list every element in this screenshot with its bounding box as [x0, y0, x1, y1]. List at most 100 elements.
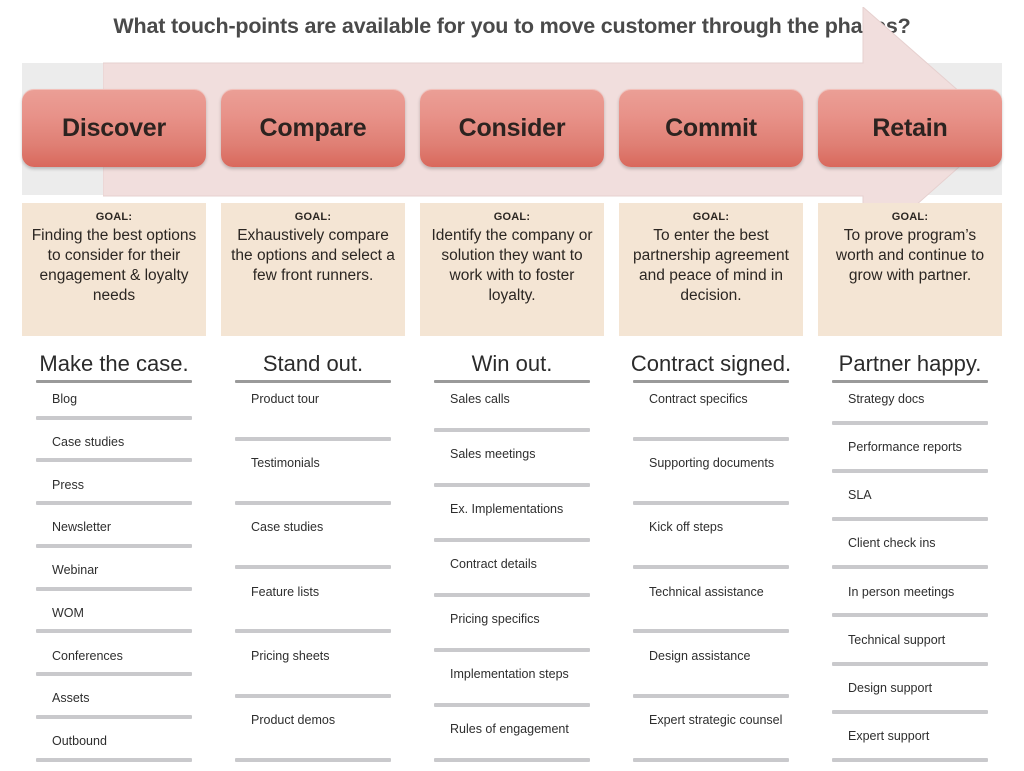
touchpoint-item-divider	[36, 543, 192, 548]
touchpoint-item[interactable]: Ex. Implementations	[420, 493, 604, 548]
touchpoint-item-label: WOM	[52, 605, 84, 620]
goal-label: GOAL:	[891, 211, 929, 223]
phase-button-commit[interactable]: Commit	[619, 89, 803, 167]
touchpoint-item-divider	[633, 757, 789, 762]
touchpoint-item[interactable]: Webinar	[22, 554, 206, 597]
goal-label: GOAL:	[294, 211, 332, 223]
touchpoint-item-divider	[36, 458, 192, 463]
touchpoint-item[interactable]: Product demos	[221, 704, 405, 768]
touchpoint-item[interactable]: WOM	[22, 597, 206, 640]
touchpoint-item-label: Pricing sheets	[251, 648, 330, 663]
column-heading: Win out.	[471, 352, 553, 376]
goal-label: GOAL:	[493, 211, 531, 223]
touchpoint-item[interactable]: Newsletter	[22, 511, 206, 554]
touchpoint-item[interactable]: Strategy docs	[818, 383, 1002, 431]
touchpoint-item[interactable]: Expert support	[818, 720, 1002, 768]
goal-text: Finding the best options to consider for…	[31, 227, 197, 305]
touchpoint-item[interactable]: Technical assistance	[619, 576, 803, 640]
touchpoint-item[interactable]: Performance reports	[818, 431, 1002, 479]
touchpoint-list: Sales calls Sales meetings Ex. Implementat…	[420, 383, 604, 768]
touchpoint-item-label: Ex. Implementations	[450, 502, 564, 517]
touchpoint-item[interactable]: Design support	[818, 672, 1002, 720]
column-heading: Make the case.	[39, 352, 189, 376]
touchpoint-item-divider	[832, 565, 988, 570]
touchpoint-item-divider	[832, 613, 988, 618]
touchpoint-item-divider	[235, 437, 391, 441]
touchpoint-item-label: In person meetings	[848, 584, 955, 599]
touchpoint-item[interactable]: Sales calls	[420, 383, 604, 438]
touchpoint-item[interactable]: Pricing sheets	[221, 640, 405, 704]
touchpoint-item[interactable]: Sales meetings	[420, 438, 604, 493]
touchpoint-item-divider	[36, 586, 192, 591]
touchpoint-item[interactable]: Outbound	[22, 725, 206, 768]
touchpoint-item-divider	[235, 565, 391, 570]
touchpoint-item-divider	[235, 629, 391, 634]
touchpoint-item[interactable]: SLA	[818, 479, 1002, 527]
touchpoint-item[interactable]: Press	[22, 469, 206, 512]
touchpoint-item-label: Sales meetings	[450, 447, 536, 462]
touchpoint-item[interactable]: Kick off steps	[619, 511, 803, 575]
touchpoint-item[interactable]: Blog	[22, 383, 206, 426]
touchpoint-item[interactable]: Assets	[22, 682, 206, 725]
touchpoint-item[interactable]: Contract specifics	[619, 383, 803, 447]
touchpoint-item[interactable]: Pricing specifics	[420, 603, 604, 658]
phase-button-label: Commit	[665, 113, 757, 142]
touchpoint-item[interactable]: In person meetings	[818, 576, 1002, 624]
touchpoint-item-divider	[434, 592, 590, 597]
touchpoint-item[interactable]: Client check ins	[818, 527, 1002, 575]
phase-button-discover[interactable]: Discover	[22, 89, 206, 167]
touchpoint-item[interactable]: Conferences	[22, 640, 206, 683]
touchpoint-item-divider	[36, 672, 192, 677]
touchpoint-item[interactable]: Case studies	[22, 426, 206, 469]
goal-label: GOAL:	[95, 211, 133, 223]
touchpoint-item-divider	[633, 501, 789, 506]
phase-button-compare[interactable]: Compare	[221, 89, 405, 167]
touchpoint-item[interactable]: Implementation steps	[420, 658, 604, 713]
touchpoint-item-label: Contract specifics	[649, 392, 748, 407]
touchpoint-item-divider	[434, 427, 590, 432]
touchpoint-item-divider	[832, 709, 988, 714]
touchpoint-item-label: Strategy docs	[848, 392, 925, 407]
touchpoint-item-label: Design assistance	[649, 648, 751, 663]
touchpoint-item[interactable]: Product tour	[221, 383, 405, 447]
phase-button-label: Consider	[458, 113, 566, 142]
touchpoint-item[interactable]: Design assistance	[619, 640, 803, 704]
touchpoint-item-divider	[235, 501, 391, 506]
touchpoint-columns: Make the case. Blog Case studies Press News…	[22, 352, 1002, 771]
touchpoint-item[interactable]: Contract details	[420, 548, 604, 603]
touchpoint-item-label: Supporting documents	[649, 456, 775, 471]
touchpoint-item-label: Assets	[52, 691, 90, 706]
goal-box-commit: GOAL: To enter the best partnership agre…	[619, 203, 803, 336]
touchpoint-item-label: Sales calls	[450, 392, 510, 407]
touchpoint-item-label: Case studies	[251, 520, 324, 535]
goal-box-compare: GOAL: Exhaustively compare the options a…	[221, 203, 405, 336]
touchpoint-item-label: Expert strategic counsel	[649, 712, 783, 727]
phase-button-consider[interactable]: Consider	[420, 89, 604, 167]
touchpoint-item-label: Feature lists	[251, 584, 320, 599]
touchpoint-column-discover: Make the case. Blog Case studies Press News…	[22, 352, 206, 771]
touchpoint-item-label: Performance reports	[848, 440, 962, 455]
touchpoint-item-divider	[633, 565, 789, 570]
goal-box-consider: GOAL: Identify the company or solution t…	[420, 203, 604, 336]
touchpoint-item[interactable]: Technical support	[818, 624, 1002, 672]
touchpoint-item[interactable]: Rules of engagement	[420, 713, 604, 768]
touchpoint-item-label: Kick off steps	[649, 520, 724, 535]
touchpoint-column-compare: Stand out. Product tour Testimonials Case …	[221, 352, 405, 771]
touchpoint-item-divider	[832, 517, 988, 522]
goal-text: To prove program’s worth and continue to…	[835, 227, 985, 285]
touchpoint-item[interactable]: Feature lists	[221, 576, 405, 640]
touchpoint-item-divider	[36, 501, 192, 506]
touchpoint-item[interactable]: Supporting documents	[619, 447, 803, 511]
goal-text: Identify the company or solution they wa…	[431, 227, 593, 305]
touchpoint-list: Contract specifics Supporting documents Ki…	[619, 383, 803, 768]
touchpoint-column-retain: Partner happy. Strategy docs Performance …	[818, 352, 1002, 771]
touchpoint-item[interactable]: Case studies	[221, 511, 405, 575]
phase-button-retain[interactable]: Retain	[818, 89, 1002, 167]
touchpoint-item-divider	[832, 469, 988, 474]
touchpoint-item-label: Webinar	[52, 563, 99, 578]
touchpoint-item[interactable]: Testimonials	[221, 447, 405, 511]
goal-box-discover: GOAL: Finding the best options to consid…	[22, 203, 206, 336]
touchpoint-item-label: Pricing specifics	[450, 612, 540, 627]
touchpoint-item-divider	[832, 757, 988, 762]
touchpoint-item[interactable]: Expert strategic counsel	[619, 704, 803, 768]
